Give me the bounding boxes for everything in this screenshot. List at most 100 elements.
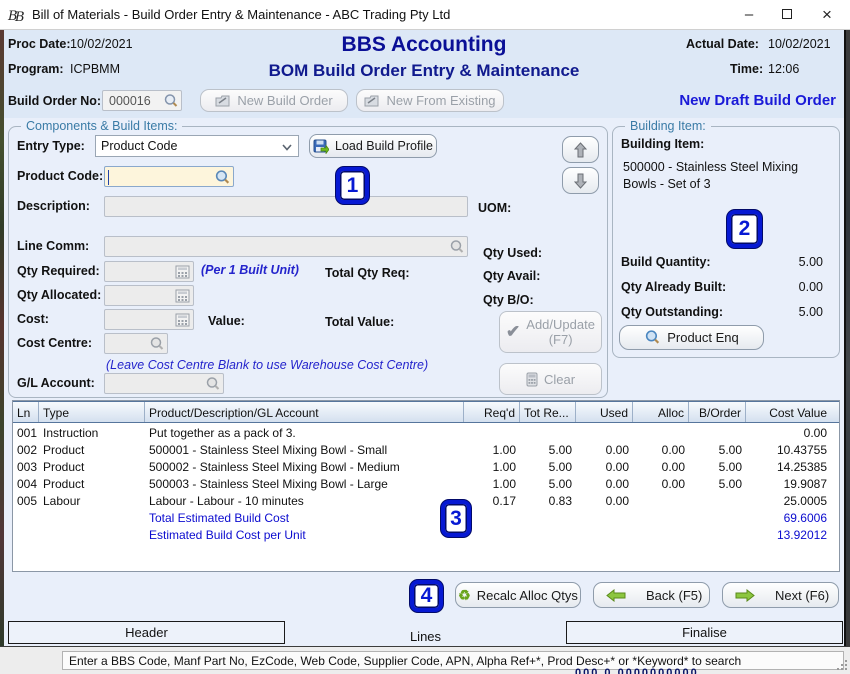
actual-date-label: Actual Date: — [686, 37, 759, 51]
clear-calculator-icon — [526, 372, 538, 387]
time-label: Time: — [730, 62, 763, 76]
table-header-row: Ln Type Product/Description/GL Account R… — [13, 401, 839, 423]
entry-type-label: Entry Type: — [17, 139, 85, 153]
col-type[interactable]: Type — [39, 402, 145, 422]
calculator-icon[interactable] — [175, 313, 190, 327]
search-icon[interactable] — [449, 239, 465, 255]
annotation-badge-1: 1 — [336, 167, 369, 204]
tab-bar: Header Lines Finalise — [0, 620, 850, 646]
new-document-icon — [215, 94, 231, 108]
qty-already-built-value: 0.00 — [763, 280, 823, 294]
load-build-profile-button[interactable]: Load Build Profile — [309, 134, 437, 158]
chevron-down-icon — [282, 144, 292, 151]
desktop-edge-right — [844, 30, 850, 646]
build-order-no-label: Build Order No: — [8, 94, 101, 108]
build-quantity-value: 5.00 — [763, 255, 823, 269]
search-icon[interactable] — [214, 169, 231, 186]
clipped-background-text: 000 0 0000000000 — [575, 667, 785, 674]
tab-lines[interactable]: Lines — [287, 627, 564, 645]
qty-required-label: Qty Required: — [17, 264, 100, 278]
description-field — [104, 196, 468, 217]
new-build-order-button[interactable]: New Build Order — [200, 89, 348, 112]
arrow-left-icon — [606, 589, 626, 602]
search-icon[interactable] — [149, 336, 165, 352]
table-row[interactable]: 005Labour Labour - Labour - 10 minutes0.… — [13, 493, 839, 510]
move-up-button[interactable] — [562, 136, 599, 163]
qty-avail-label: Qty Avail: — [483, 269, 540, 283]
building-item-group-label: Building Item: — [625, 119, 711, 133]
search-icon — [644, 329, 661, 346]
building-item-label: Building Item: — [621, 137, 704, 151]
line-comm-field[interactable] — [104, 236, 468, 257]
building-item-group: Building Item: Building Item: 500000 - S… — [612, 126, 840, 358]
building-item-text: 500000 - Stainless Steel Mixing Bowls - … — [623, 159, 828, 193]
time-value: 12:06 — [768, 62, 799, 76]
back-button[interactable]: Back (F5) — [593, 582, 710, 608]
main-area: Components & Build Items: Entry Type: Pr… — [4, 118, 844, 620]
product-code-field[interactable] — [104, 166, 234, 187]
search-icon[interactable] — [205, 376, 221, 392]
col-product-description[interactable]: Product/Description/GL Account — [145, 402, 464, 422]
col-alloc[interactable]: Alloc — [633, 402, 689, 422]
table-row[interactable]: 001Instruction Put together as a pack of… — [13, 425, 839, 442]
total-qty-req-label: Total Qty Req: — [325, 266, 410, 280]
product-enq-button[interactable]: Product Enq — [619, 325, 764, 350]
qty-outstanding-label: Qty Outstanding: — [621, 305, 723, 319]
add-update-button[interactable]: ✔ Add/Update(F7) — [499, 311, 602, 353]
components-group: Components & Build Items: Entry Type: Pr… — [8, 126, 608, 398]
col-ln[interactable]: Ln — [13, 402, 39, 422]
next-button[interactable]: Next (F6) — [722, 582, 839, 608]
gl-account-field[interactable] — [104, 373, 224, 394]
header-band: Proc Date: 10/02/2021 Program: ICPBMM BB… — [4, 30, 844, 118]
move-down-button[interactable] — [562, 167, 599, 194]
col-border[interactable]: B/Order — [689, 402, 746, 422]
search-icon[interactable] — [163, 93, 179, 109]
cost-field[interactable] — [104, 309, 194, 330]
desktop-edge-left — [0, 30, 4, 646]
qty-allocated-label: Qty Allocated: — [17, 288, 101, 302]
title-bar: B B Bill of Materials - Build Order Entr… — [0, 0, 850, 30]
uom-label: UOM: — [478, 201, 511, 215]
qty-already-built-label: Qty Already Built: — [621, 280, 726, 294]
build-order-no-field[interactable]: 000016 — [102, 90, 182, 111]
qty-allocated-field[interactable] — [104, 285, 194, 306]
recycle-icon: ♻ — [458, 587, 471, 604]
annotation-badge-4: 4 — [410, 580, 443, 612]
resize-grip[interactable] — [836, 659, 848, 671]
text-caret — [108, 170, 109, 185]
minimize-button[interactable]: – — [730, 0, 768, 30]
qty-outstanding-value: 5.00 — [763, 305, 823, 319]
calculator-icon[interactable] — [175, 289, 190, 303]
clear-button[interactable]: Clear — [499, 363, 602, 395]
table-row[interactable]: 004Product 500003 - Stainless Steel Mixi… — [13, 476, 839, 493]
recalc-alloc-qtys-button[interactable]: ♻ Recalc Alloc Qtys — [455, 582, 581, 608]
total-value-label: Total Value: — [325, 315, 394, 329]
maximize-button[interactable] — [768, 0, 806, 30]
entry-type-select[interactable]: Product Code — [95, 135, 299, 157]
col-used[interactable]: Used — [576, 402, 633, 422]
close-button[interactable]: × — [808, 0, 846, 30]
tab-header[interactable]: Header — [8, 621, 285, 644]
cost-centre-hint: (Leave Cost Centre Blank to use Warehous… — [106, 358, 428, 372]
per-built-unit-hint: (Per 1 Built Unit) — [201, 263, 299, 277]
table-row[interactable]: 003Product 500002 - Stainless Steel Mixi… — [13, 459, 839, 476]
qty-required-field[interactable] — [104, 261, 194, 282]
col-reqd[interactable]: Req'd — [464, 402, 520, 422]
new-from-existing-button[interactable]: New From Existing — [356, 89, 504, 112]
check-icon: ✔ — [506, 322, 520, 342]
summary-row-cost-per-unit: Estimated Build Cost per Unit 13.92012 — [13, 527, 839, 544]
arrow-up-icon — [574, 142, 587, 158]
col-cost-value[interactable]: Cost Value — [746, 402, 831, 422]
table-row[interactable]: 002Product 500001 - Stainless Steel Mixi… — [13, 442, 839, 459]
calculator-icon[interactable] — [175, 265, 190, 279]
cost-centre-field[interactable] — [104, 333, 168, 354]
build-quantity-label: Build Quantity: — [621, 255, 711, 269]
maximize-icon — [782, 9, 792, 19]
actual-date-value: 10/02/2021 — [768, 37, 831, 51]
components-group-label: Components & Build Items: — [21, 119, 182, 133]
load-profile-icon — [313, 139, 329, 154]
line-comm-label: Line Comm: — [17, 239, 89, 253]
col-tot-req[interactable]: Tot Re... — [520, 402, 576, 422]
tab-finalise[interactable]: Finalise — [566, 621, 843, 644]
cost-centre-label: Cost Centre: — [17, 336, 92, 350]
